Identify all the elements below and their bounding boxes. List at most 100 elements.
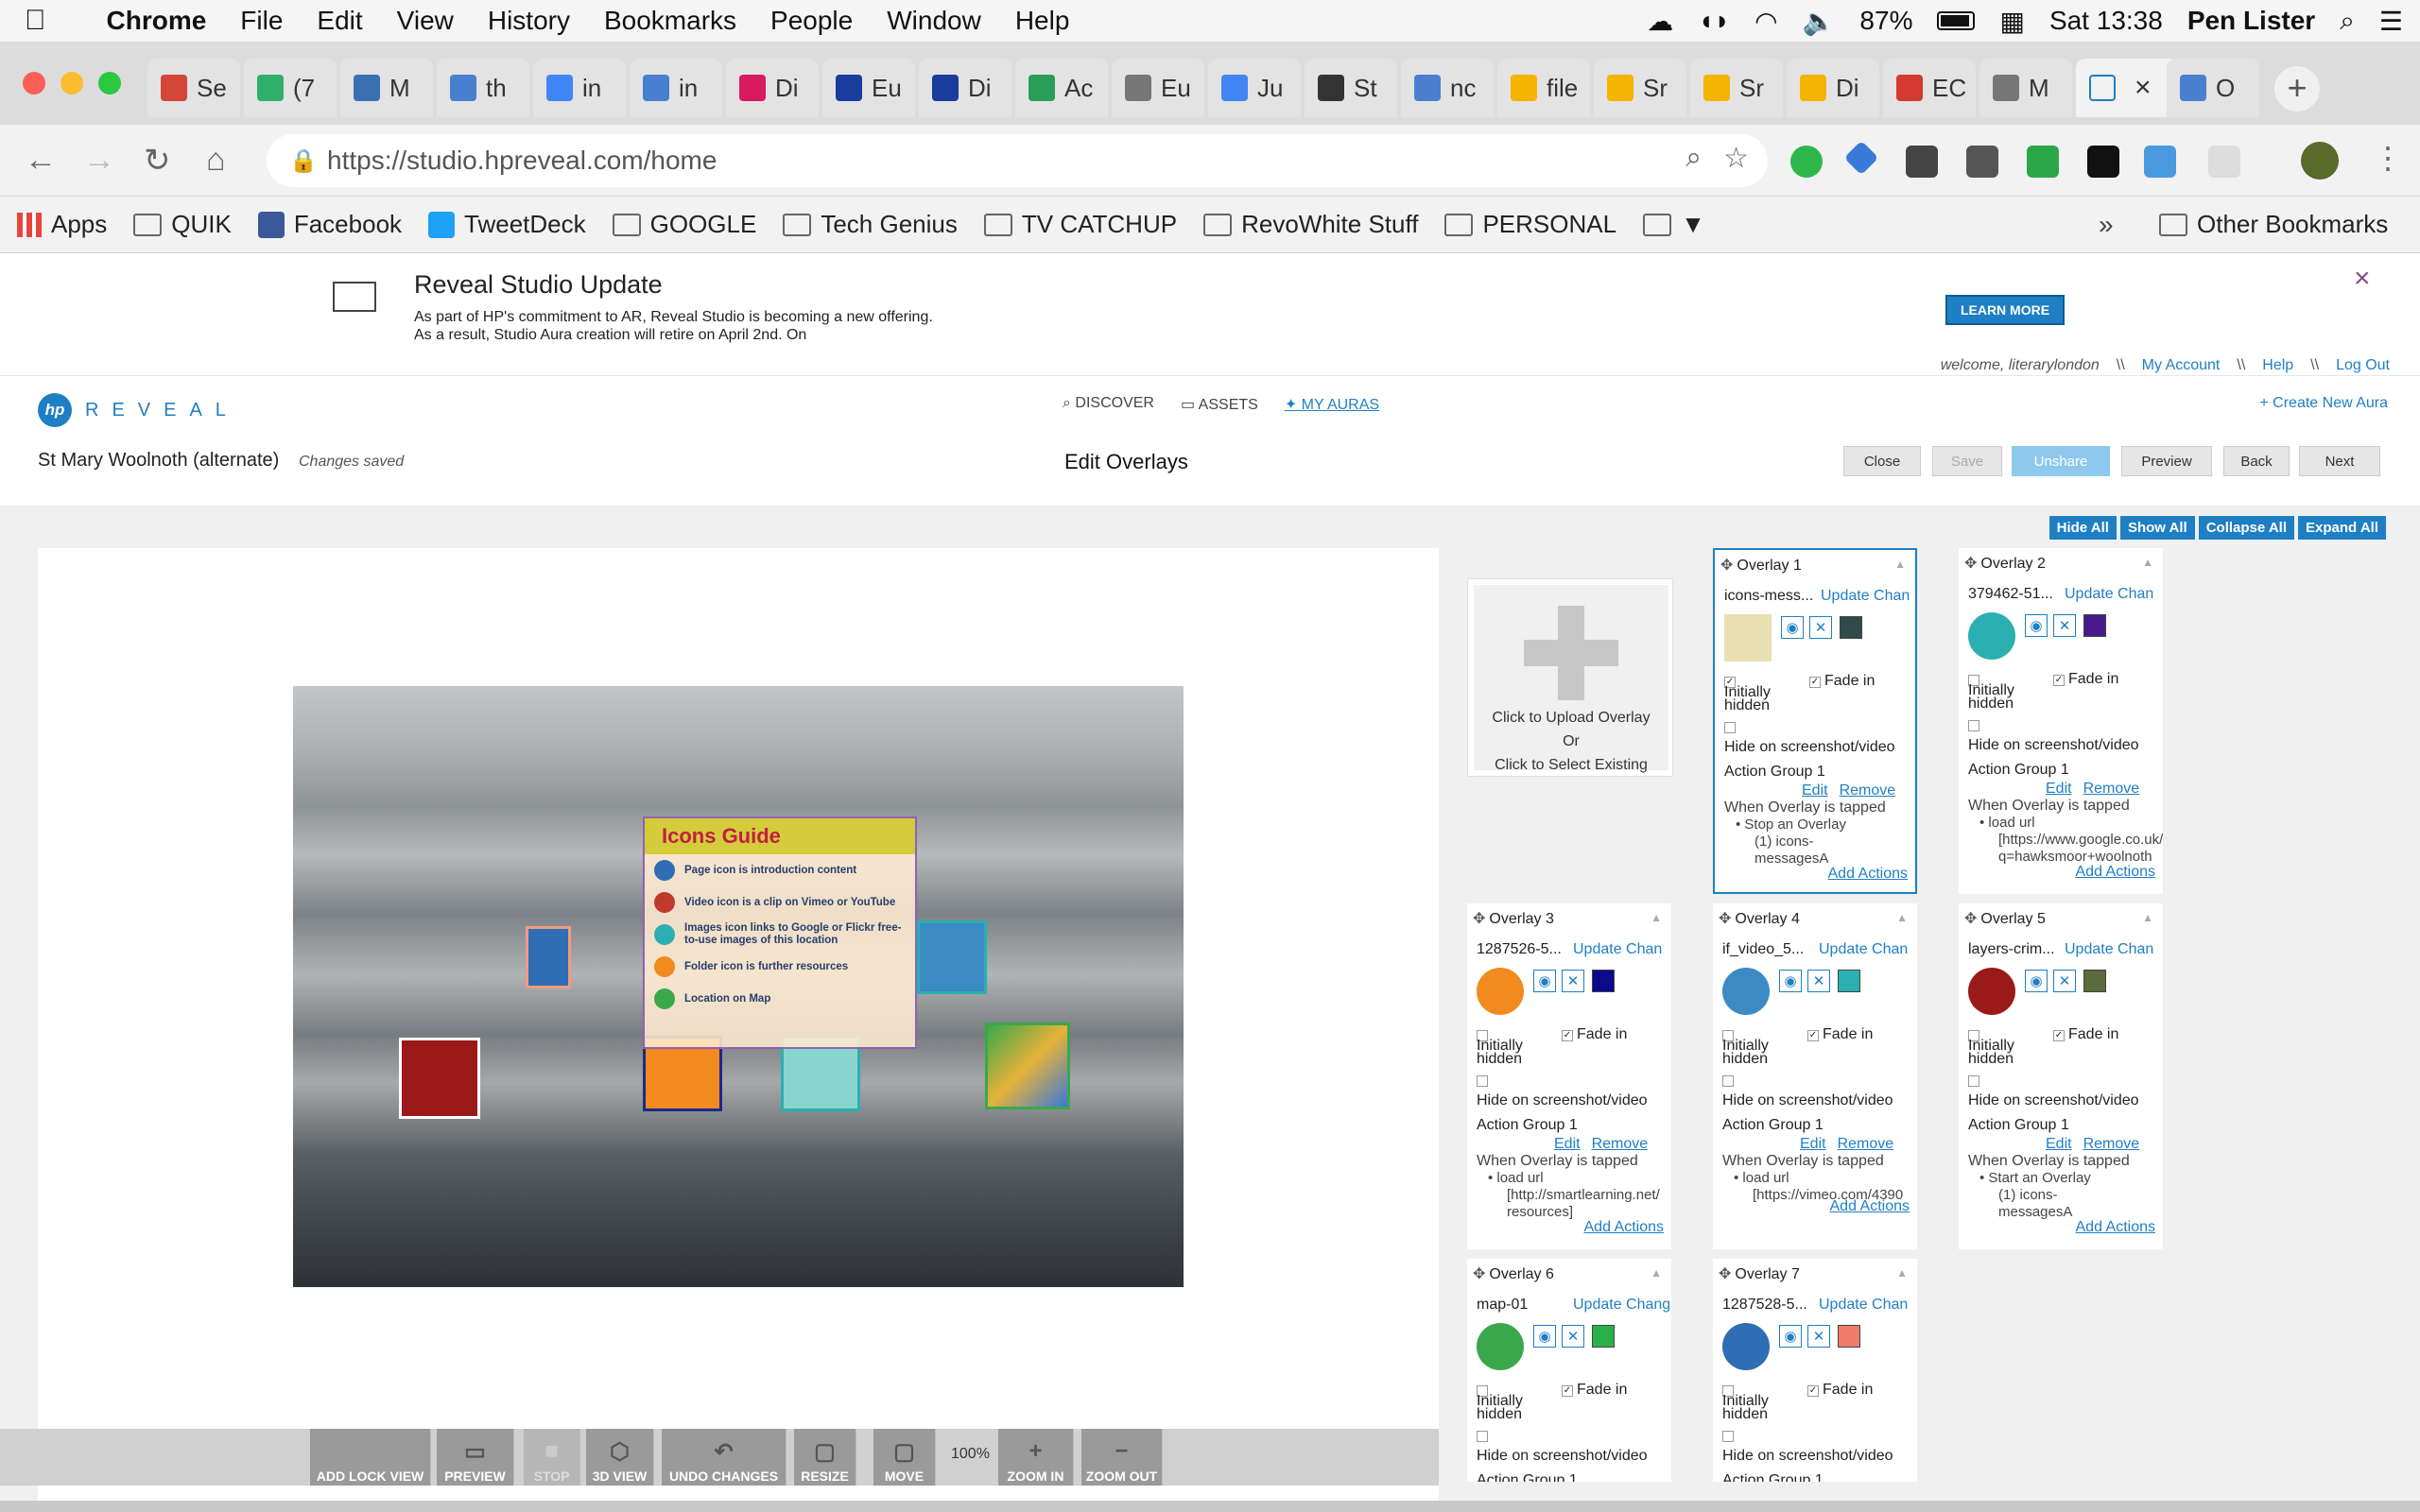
padlock-icon[interactable] xyxy=(2087,146,2119,178)
hide-on-screenshot-checkbox[interactable] xyxy=(1724,722,1736,733)
close-button[interactable]: Close xyxy=(1843,446,1921,476)
user-name[interactable]: Pen Lister xyxy=(2187,6,2315,36)
browser-tab[interactable]: nc xyxy=(1401,59,1494,117)
bookmark-item[interactable]: Facebook xyxy=(257,210,402,239)
delete-icon[interactable]: ✕ xyxy=(1562,970,1584,992)
notification-center-icon[interactable]: ☰ xyxy=(2379,6,2403,37)
3d-view-button[interactable]: ⬡ 3D VIEW xyxy=(586,1429,654,1486)
learn-more-button[interactable]: LEARN MORE xyxy=(1945,295,2065,325)
app-menu-chrome[interactable]: Chrome xyxy=(63,6,224,36)
nav-discover[interactable]: ⌕ DISCOVER xyxy=(1063,395,1154,414)
minimize-window-icon[interactable] xyxy=(60,72,83,94)
clock[interactable]: Sat 13:38 xyxy=(2049,6,2163,36)
edit-link[interactable]: Edit xyxy=(1554,1136,1581,1152)
zoom-out-button[interactable]: − ZOOM OUT xyxy=(1081,1429,1163,1486)
zoom-icon[interactable]: ⌕ xyxy=(1685,142,1702,174)
update-change-link[interactable]: Update Chan xyxy=(1819,941,1915,958)
tab-last[interactable]: O xyxy=(2167,59,2259,117)
overlay-card-header[interactable]: ✥ Overlay 4 xyxy=(1719,909,1800,928)
overlay-card-header[interactable]: ✥ Overlay 1 xyxy=(1720,556,1802,575)
menu-people[interactable]: People xyxy=(753,6,870,36)
volume-icon[interactable]: 🔈 xyxy=(1803,6,1836,37)
delete-icon[interactable]: ✕ xyxy=(1807,970,1830,992)
update-change-link[interactable]: Update Chan xyxy=(1573,941,1669,958)
color-swatch[interactable] xyxy=(1838,1325,1860,1348)
move-handle-icon[interactable]: ✥ xyxy=(1473,1266,1485,1282)
bookmark-star-icon[interactable]: ☆ xyxy=(1723,142,1749,175)
overlay-card[interactable]: ✥ Overlay 5 ▲ layers-crim... Update Chan ◉ ✕ ✓ F… xyxy=(1959,903,2163,1249)
overlay-layers-icon[interactable] xyxy=(399,1038,480,1119)
overlay-card-header[interactable]: ✥ Overlay 5 xyxy=(1964,909,2046,928)
browser-tab[interactable]: Di xyxy=(1787,59,1879,117)
home-icon[interactable]: ⌂ xyxy=(206,142,226,179)
collapse-icon[interactable]: ▲ xyxy=(2142,556,2153,569)
bookmark-item[interactable]: Apps xyxy=(17,210,107,239)
eye-icon[interactable]: ◉ xyxy=(1781,616,1804,639)
save-button[interactable]: Save xyxy=(1932,446,2002,476)
preview-tool-button[interactable]: ▭ PREVIEW xyxy=(437,1429,514,1486)
battery-percent[interactable]: 87% xyxy=(1859,6,1912,36)
browser-tab[interactable]: file xyxy=(1497,59,1590,117)
overlay-canvas[interactable]: Icons Guide Page icon is introduction co… xyxy=(38,548,1439,1512)
eye-icon[interactable]: ◉ xyxy=(1533,970,1556,992)
reload-icon[interactable]: ↻ xyxy=(144,142,171,180)
browser-tab[interactable]: th xyxy=(437,59,529,117)
add-actions-link[interactable]: Add Actions xyxy=(2076,864,2156,881)
move-handle-icon[interactable]: ✥ xyxy=(1719,911,1731,927)
overlay-card[interactable]: ✥ Overlay 6 ▲ map-01 Update Change ◉ ✕ ✓ Fade in… xyxy=(1467,1259,1671,1482)
color-swatch[interactable] xyxy=(1592,970,1615,992)
icons-guide-overlay[interactable]: Icons Guide Page icon is introduction co… xyxy=(643,816,917,1049)
move-handle-icon[interactable]: ✥ xyxy=(1719,1266,1731,1282)
shield-icon[interactable] xyxy=(2027,146,2059,178)
tab-active[interactable]: × xyxy=(2076,59,2180,117)
add-lock-view-button[interactable]: ADD LOCK VIEW xyxy=(310,1429,431,1486)
hp-reveal-logo[interactable]: hp REVEAL xyxy=(38,393,239,427)
color-swatch[interactable] xyxy=(1840,616,1862,639)
browser-tab[interactable]: M xyxy=(1979,59,2072,117)
edit-link[interactable]: Edit xyxy=(2046,781,2072,797)
browser-tab[interactable]: Sr xyxy=(1690,59,1783,117)
eye-icon[interactable]: ◉ xyxy=(1779,970,1802,992)
profile-avatar[interactable] xyxy=(2301,142,2339,180)
back-icon[interactable]: ← xyxy=(25,142,57,179)
hide-on-screenshot-checkbox[interactable] xyxy=(1722,1431,1734,1442)
nav-assets[interactable]: ▭ ASSETS xyxy=(1181,395,1258,414)
menu-file[interactable]: File xyxy=(223,6,300,36)
close-window-icon[interactable] xyxy=(23,72,45,94)
back-button[interactable]: Back xyxy=(2223,446,2290,476)
menu-window[interactable]: Window xyxy=(870,6,998,36)
eye-icon[interactable]: ◉ xyxy=(2025,614,2048,637)
bookmark-item[interactable]: RevoWhite Stuff xyxy=(1203,210,1418,239)
help-link[interactable]: Help xyxy=(2262,357,2293,374)
fade-in-checkbox[interactable]: ✓ xyxy=(2053,1030,2065,1041)
browser-tab[interactable]: Eu xyxy=(1112,59,1204,117)
remove-link[interactable]: Remove xyxy=(1840,782,1896,799)
overlay-video-icon[interactable] xyxy=(917,920,987,994)
unshare-button[interactable]: Unshare xyxy=(2012,446,2110,476)
bookmark-item[interactable]: QUIK xyxy=(133,210,232,239)
bookmarks-overflow[interactable]: » xyxy=(2099,210,2114,240)
nav-my-auras[interactable]: ✦ MY AURAS xyxy=(1285,395,1379,414)
browser-tab[interactable]: (7 xyxy=(244,59,337,117)
stop-button[interactable]: ■ STOP xyxy=(524,1429,580,1486)
collapse-icon[interactable]: ▲ xyxy=(1896,911,1908,924)
add-actions-link[interactable]: Add Actions xyxy=(1584,1219,1665,1236)
url-bar[interactable]: 🔒 https://studio.hpreveal.com/home ⌕ ☆ xyxy=(267,134,1768,187)
menu-edit[interactable]: Edit xyxy=(300,6,379,36)
next-button[interactable]: Next xyxy=(2299,446,2380,476)
collapse-icon[interactable]: ▲ xyxy=(2142,911,2153,924)
delete-icon[interactable]: ✕ xyxy=(1807,1325,1830,1348)
disabled-extension-icon[interactable] xyxy=(2208,146,2240,178)
browser-tab[interactable]: Eu xyxy=(822,59,915,117)
spotlight-icon[interactable]: ⌕ xyxy=(2340,6,2355,37)
browser-tab[interactable]: Ju xyxy=(1208,59,1301,117)
color-swatch[interactable] xyxy=(2083,614,2106,637)
fade-in-checkbox[interactable]: ✓ xyxy=(1807,1385,1819,1397)
update-change-link[interactable]: Update Chan xyxy=(2065,586,2161,603)
move-handle-icon[interactable]: ✥ xyxy=(1964,556,1977,572)
chrome-menu-icon[interactable]: ⋮ xyxy=(2373,140,2403,176)
move-handle-icon[interactable]: ✥ xyxy=(1964,911,1977,927)
add-actions-link[interactable]: Add Actions xyxy=(1830,1198,1910,1215)
collapse-icon[interactable]: ▲ xyxy=(1894,558,1906,571)
menu-help[interactable]: Help xyxy=(998,6,1087,36)
